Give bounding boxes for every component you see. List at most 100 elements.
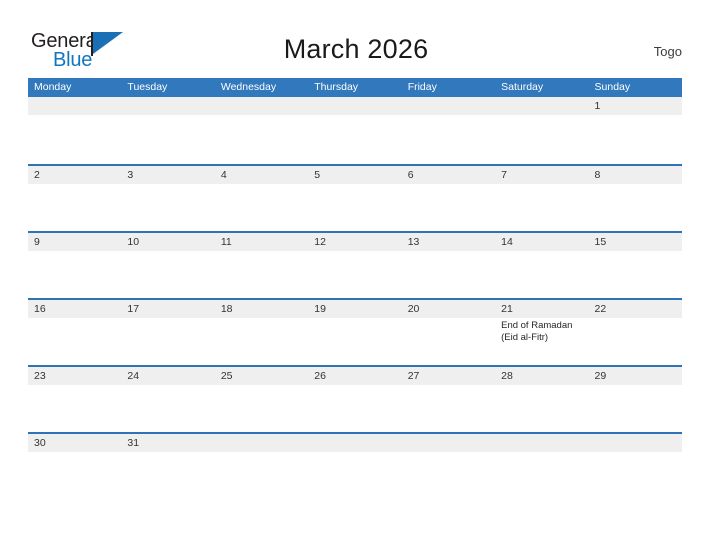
day-number-band: 9 10 11 12 13 14 15 [28,233,682,251]
day-cell[interactable] [308,385,401,432]
country-label: Togo [653,44,682,59]
day-cell[interactable] [308,318,401,365]
day-cell [308,452,401,499]
day-event-band [28,184,682,231]
day-cell[interactable] [28,452,121,499]
calendar-grid: Monday Tuesday Wednesday Thursday Friday Satu… [28,78,682,499]
day-cell [308,115,401,162]
day-cell[interactable] [121,385,214,432]
day-cell[interactable] [402,184,495,231]
day-cell [215,115,308,162]
day-number-21[interactable]: 21 [495,300,588,318]
weekday-header-monday: Monday [34,81,72,93]
day-number-19[interactable]: 19 [308,300,401,318]
day-number-23[interactable]: 23 [28,367,121,385]
day-cell[interactable] [28,184,121,231]
day-cell[interactable] [589,251,682,298]
day-cell[interactable] [402,318,495,365]
day-number-11[interactable]: 11 [215,233,308,251]
day-cell[interactable] [121,251,214,298]
day-cell[interactable] [495,184,588,231]
day-cell[interactable] [215,385,308,432]
day-cell[interactable] [308,251,401,298]
day-number-5[interactable]: 5 [308,166,401,184]
day-number-16[interactable]: 16 [28,300,121,318]
day-cell [589,452,682,499]
day-cell[interactable] [215,184,308,231]
day-cell[interactable] [215,318,308,365]
day-number-15[interactable]: 15 [589,233,682,251]
day-number-28[interactable]: 28 [495,367,588,385]
day-cell[interactable]: End of Ramadan (Eid al-Fitr) [495,318,588,365]
calendar-week-row: 23 24 25 26 27 28 29 [28,365,682,432]
weekday-header-saturday: Saturday [501,81,544,93]
day-number-empty [215,97,308,115]
day-number-31[interactable]: 31 [121,434,214,452]
day-number-29[interactable]: 29 [589,367,682,385]
day-number-band: 30 31 [28,434,682,452]
day-number-14[interactable]: 14 [495,233,588,251]
weekday-header-tuesday: Tuesday [127,81,168,93]
day-number-9[interactable]: 9 [28,233,121,251]
day-cell[interactable] [402,385,495,432]
day-cell [495,115,588,162]
day-cell [121,115,214,162]
day-cell[interactable] [28,385,121,432]
day-cell [495,452,588,499]
day-number-empty [121,97,214,115]
day-cell[interactable] [589,115,682,162]
day-number-12[interactable]: 12 [308,233,401,251]
day-number-8[interactable]: 8 [589,166,682,184]
weekday-header-friday: Friday [407,81,437,93]
page-header: General Blue March 2026 Togo [0,0,712,76]
day-cell[interactable] [308,184,401,231]
day-number-2[interactable]: 2 [28,166,121,184]
day-cell[interactable] [121,452,214,499]
day-number-25[interactable]: 25 [215,367,308,385]
day-number-4[interactable]: 4 [215,166,308,184]
day-number-6[interactable]: 6 [402,166,495,184]
weekday-header-wednesday: Wednesday [220,81,277,93]
day-event-band: End of Ramadan (Eid al-Fitr) [28,318,682,365]
day-cell[interactable] [28,318,121,365]
calendar-weeks: 1 2 3 4 5 6 7 8 9 10 11 12 13 14 15 16 17 18 19 20 21 22 End o… [28,97,682,499]
day-number-empty [402,97,495,115]
calendar-week-row: 9 10 11 12 13 14 15 [28,231,682,298]
day-number-20[interactable]: 20 [402,300,495,318]
day-cell[interactable] [495,385,588,432]
day-cell[interactable] [28,251,121,298]
day-number-empty [495,434,588,452]
day-number-22[interactable]: 22 [589,300,682,318]
day-number-7[interactable]: 7 [495,166,588,184]
day-number-13[interactable]: 13 [402,233,495,251]
day-number-10[interactable]: 10 [121,233,214,251]
day-number-30[interactable]: 30 [28,434,121,452]
day-cell[interactable] [215,251,308,298]
day-number-3[interactable]: 3 [121,166,214,184]
day-number-empty [308,434,401,452]
day-number-band: 1 [28,97,682,115]
day-number-18[interactable]: 18 [215,300,308,318]
day-number-24[interactable]: 24 [121,367,214,385]
day-cell[interactable] [589,385,682,432]
day-event-band [28,115,682,162]
day-number-17[interactable]: 17 [121,300,214,318]
day-number-27[interactable]: 27 [402,367,495,385]
day-number-empty [495,97,588,115]
page-title: March 2026 [283,34,429,64]
day-cell[interactable] [121,318,214,365]
day-event-band [28,251,682,298]
day-number-26[interactable]: 26 [308,367,401,385]
day-cell[interactable] [495,251,588,298]
day-number-1[interactable]: 1 [589,97,682,115]
day-event-band [28,452,682,499]
day-cell [215,452,308,499]
calendar-week-row: 1 [28,97,682,164]
day-cell[interactable] [589,184,682,231]
day-cell[interactable] [121,184,214,231]
day-number-empty [308,97,401,115]
day-number-band: 2345678 [28,166,682,184]
weekday-header-sunday: Sunday [594,81,631,93]
day-cell[interactable] [402,251,495,298]
day-cell[interactable] [589,318,682,365]
